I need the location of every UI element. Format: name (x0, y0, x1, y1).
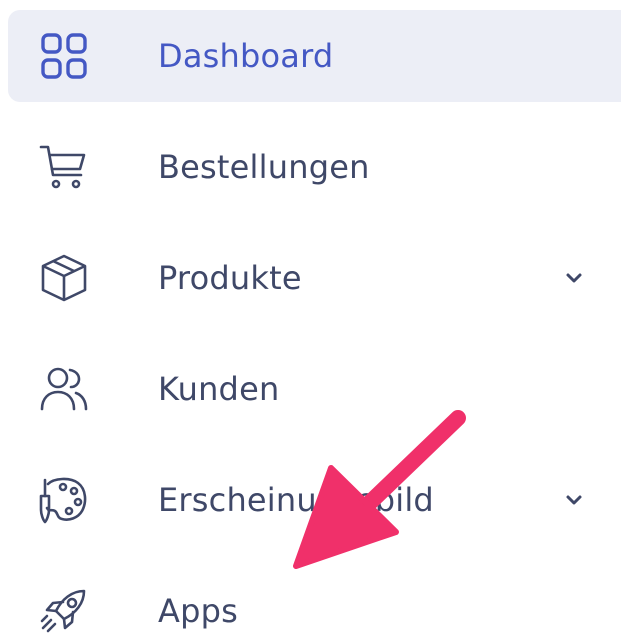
sidebar-navigation: Dashboard Bestellungen Produkte Kunden E… (0, 0, 621, 635)
customers-icon (38, 363, 90, 415)
sidebar-item-label: Bestellungen (158, 148, 370, 186)
sidebar-item-dashboard[interactable]: Dashboard (8, 10, 621, 102)
shopping-cart-icon (38, 141, 90, 193)
sidebar-item-bestellungen[interactable]: Bestellungen (8, 121, 621, 213)
rocket-icon (38, 585, 90, 635)
sidebar-item-label: Apps (158, 592, 238, 630)
product-box-icon (38, 252, 90, 304)
dashboard-grid-icon (38, 30, 90, 82)
palette-icon (38, 474, 90, 526)
sidebar-item-label: Produkte (158, 259, 302, 297)
sidebar-item-label: Erscheinungsbild (158, 481, 434, 519)
sidebar-item-label: Dashboard (158, 37, 334, 75)
sidebar-item-label: Kunden (158, 370, 280, 408)
chevron-down-icon[interactable] (563, 267, 585, 289)
sidebar-item-apps[interactable]: Apps (8, 565, 621, 635)
sidebar-item-produkte[interactable]: Produkte (8, 232, 621, 324)
chevron-down-icon[interactable] (563, 489, 585, 511)
sidebar-item-kunden[interactable]: Kunden (8, 343, 621, 435)
sidebar-item-erscheinungsbild[interactable]: Erscheinungsbild (8, 454, 621, 546)
